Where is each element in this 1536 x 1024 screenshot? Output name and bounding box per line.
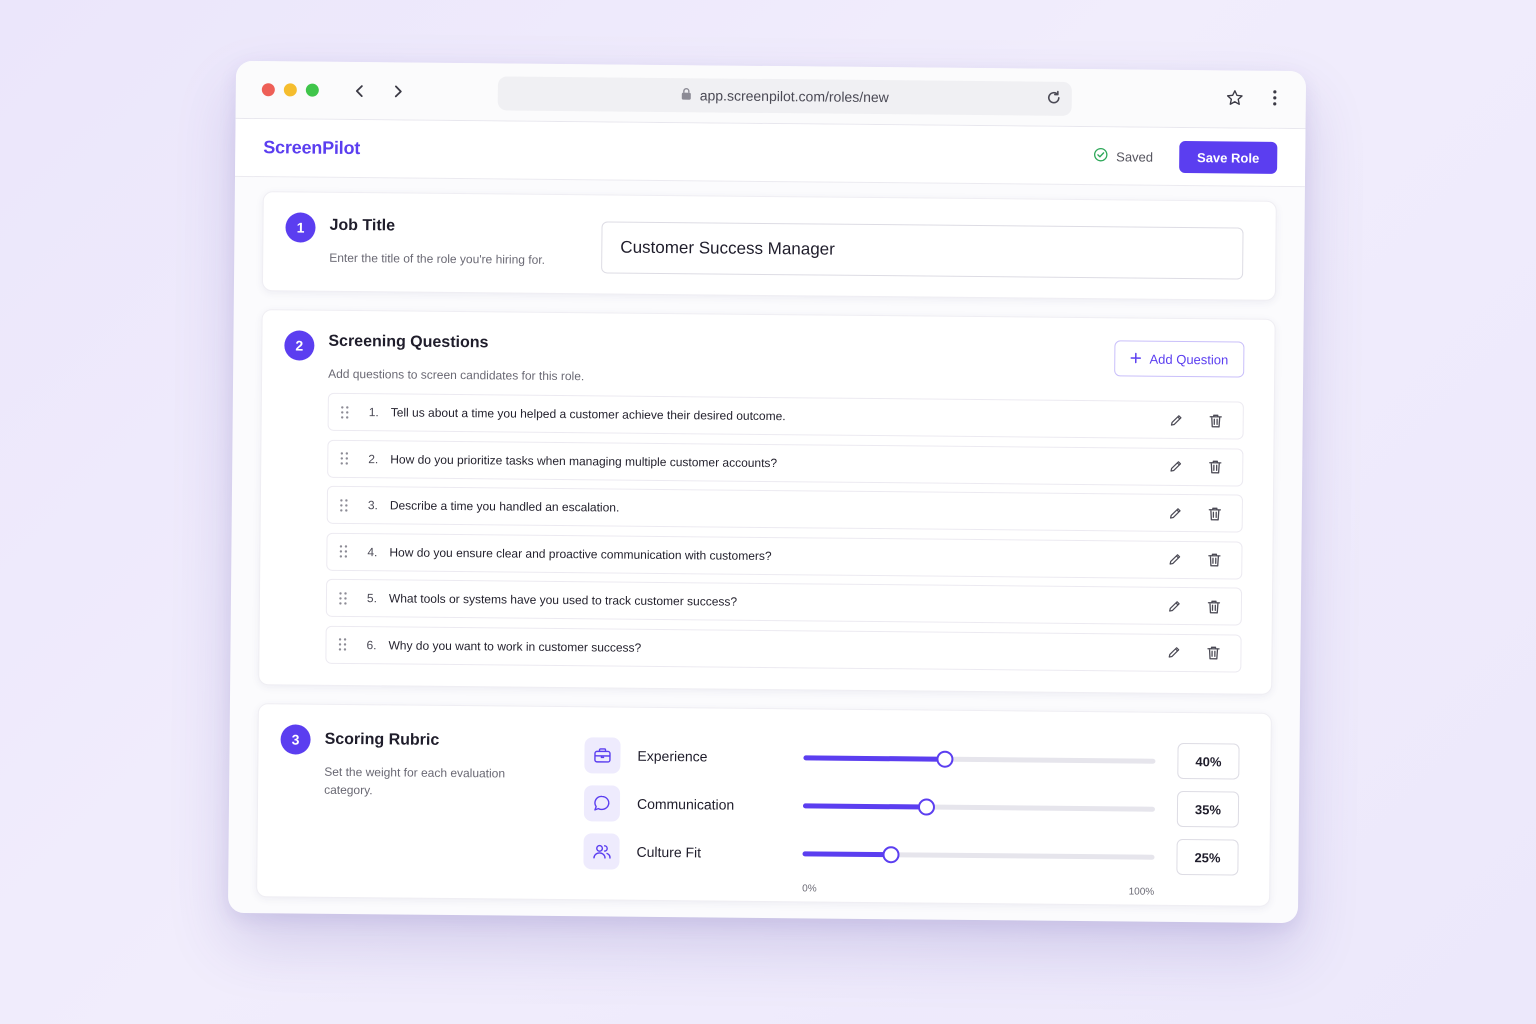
drag-handle-icon[interactable] xyxy=(340,498,354,512)
slider-fill xyxy=(802,851,891,858)
scale-max-label: 100% xyxy=(1128,886,1155,898)
brand-logo[interactable]: ScreenPilot xyxy=(263,137,360,159)
add-question-button[interactable]: Add Question xyxy=(1114,340,1245,378)
bookmark-star-icon[interactable] xyxy=(1226,88,1244,106)
culture-fit-weight-slider[interactable] xyxy=(802,844,1155,865)
question-row: 6. Why do you want to work in customer s… xyxy=(325,625,1242,673)
trash-icon[interactable] xyxy=(1207,411,1225,429)
maximize-window-button[interactable] xyxy=(305,83,319,97)
url-text: app.screenpilot.com/roles/new xyxy=(699,87,889,106)
saved-status: Saved xyxy=(1093,147,1153,166)
rubric-row-communication: Communication 35% xyxy=(583,779,1240,833)
job-title-heading: Job Title xyxy=(329,216,396,235)
plus-icon xyxy=(1130,351,1142,366)
weight-value[interactable]: 25% xyxy=(1176,838,1239,876)
scoring-rubric-card: 3 Scoring Rubric Set the weight for each… xyxy=(256,703,1272,907)
question-number: 4. xyxy=(367,544,378,559)
trash-icon[interactable] xyxy=(1204,644,1222,662)
trash-icon[interactable] xyxy=(1205,551,1223,569)
step-badge-3: 3 xyxy=(280,724,311,755)
reload-icon[interactable] xyxy=(1046,90,1062,109)
add-question-label: Add Question xyxy=(1149,351,1229,367)
drag-handle-icon[interactable] xyxy=(338,638,352,651)
screening-questions-card: 2 Screening Questions Add questions to s… xyxy=(258,309,1276,695)
rubric-label: Communication xyxy=(636,795,735,813)
slider-scale: 0% 100% xyxy=(802,883,1154,897)
question-text: What tools or systems have you used to t… xyxy=(388,591,738,609)
scoring-rubric-heading: Scoring Rubric xyxy=(324,730,440,749)
slider-thumb[interactable] xyxy=(936,750,954,768)
address-bar[interactable]: app.screenpilot.com/roles/new xyxy=(497,76,1072,116)
question-number: 6. xyxy=(366,637,377,652)
app-header: ScreenPilot Saved Save Role xyxy=(235,118,1306,188)
browser-window: app.screenpilot.com/roles/new ScreenPilo… xyxy=(227,60,1307,924)
drag-handle-icon[interactable] xyxy=(341,405,355,419)
job-title-description: Enter the title of the role you're hirin… xyxy=(329,250,546,267)
question-row: 3. Describe a time you handled an escala… xyxy=(326,485,1243,533)
drag-handle-icon[interactable] xyxy=(339,591,353,605)
step-badge-1: 1 xyxy=(285,212,316,243)
browser-chrome: app.screenpilot.com/roles/new xyxy=(235,60,1307,130)
drag-handle-icon[interactable] xyxy=(340,452,354,465)
rubric-label: Experience xyxy=(637,747,708,765)
save-role-button[interactable]: Save Role xyxy=(1178,140,1278,174)
more-menu-icon[interactable] xyxy=(1266,89,1284,107)
edit-pencil-icon[interactable] xyxy=(1167,411,1185,429)
rubric-row-experience: Experience 40% xyxy=(584,731,1240,785)
drag-handle-icon[interactable] xyxy=(339,545,353,558)
lock-icon xyxy=(681,87,692,103)
check-circle-icon xyxy=(1093,147,1108,165)
edit-pencil-icon[interactable] xyxy=(1164,643,1182,661)
slider-fill xyxy=(802,803,927,810)
scale-min-label: 0% xyxy=(802,883,817,895)
question-number: 5. xyxy=(366,591,378,606)
job-title-input[interactable] xyxy=(601,221,1244,280)
edit-pencil-icon[interactable] xyxy=(1165,597,1183,615)
question-row: 1. Tell us about a time you helped a cus… xyxy=(327,392,1244,440)
forward-icon[interactable] xyxy=(389,82,407,100)
weight-value[interactable]: 40% xyxy=(1177,742,1240,780)
question-text: Tell us about a time you helped a custom… xyxy=(390,405,786,424)
rubric-row-culture-fit: Culture Fit 25% xyxy=(583,827,1239,881)
edit-pencil-icon[interactable] xyxy=(1166,504,1184,522)
question-row: 2. How do you prioritize tasks when mana… xyxy=(327,439,1244,487)
rubric-criteria: Experience 40% Communication 35% Culture… xyxy=(583,731,1240,881)
slider-fill xyxy=(803,755,945,762)
minimize-window-button[interactable] xyxy=(283,83,297,97)
communication-weight-slider[interactable] xyxy=(802,796,1155,817)
trash-icon[interactable] xyxy=(1206,504,1224,522)
weight-value[interactable]: 35% xyxy=(1176,790,1240,828)
screening-questions-heading: Screening Questions xyxy=(328,332,489,352)
trash-icon[interactable] xyxy=(1205,597,1223,615)
trash-icon[interactable] xyxy=(1206,458,1224,476)
question-text: How do you ensure clear and proactive co… xyxy=(389,544,772,563)
step-badge-2: 2 xyxy=(284,330,315,361)
question-number: 3. xyxy=(367,498,378,513)
question-row: 5. What tools or systems have you used t… xyxy=(325,578,1243,626)
question-number: 1. xyxy=(368,405,379,420)
edit-pencil-icon[interactable] xyxy=(1166,457,1184,475)
slider-thumb[interactable] xyxy=(882,846,900,864)
question-number: 2. xyxy=(368,451,379,466)
question-text: How do you prioritize tasks when managin… xyxy=(390,451,778,470)
slider-thumb[interactable] xyxy=(918,798,936,816)
question-row: 4. How do you ensure clear and proactive… xyxy=(326,532,1243,580)
window-controls xyxy=(261,83,319,97)
chat-bubble-icon xyxy=(583,785,621,822)
close-window-button[interactable] xyxy=(261,83,275,97)
users-icon xyxy=(583,833,620,870)
scoring-rubric-description: Set the weight for each evaluation categ… xyxy=(324,764,506,798)
saved-label: Saved xyxy=(1116,148,1154,165)
edit-pencil-icon[interactable] xyxy=(1165,550,1183,568)
job-title-card: 1 Job Title Enter the title of the role … xyxy=(261,191,1277,301)
experience-weight-slider[interactable] xyxy=(803,748,1156,769)
back-icon[interactable] xyxy=(351,81,369,99)
rubric-label: Culture Fit xyxy=(636,843,702,861)
question-text: Describe a time you handled an escalatio… xyxy=(389,498,620,515)
screening-questions-description: Add questions to screen candidates for t… xyxy=(328,366,585,384)
briefcase-icon xyxy=(584,737,621,774)
question-list: 1. Tell us about a time you helped a cus… xyxy=(325,392,1244,681)
question-text: Why do you want to work in customer succ… xyxy=(388,637,642,655)
main-content: 1 Job Title Enter the title of the role … xyxy=(228,177,1305,907)
